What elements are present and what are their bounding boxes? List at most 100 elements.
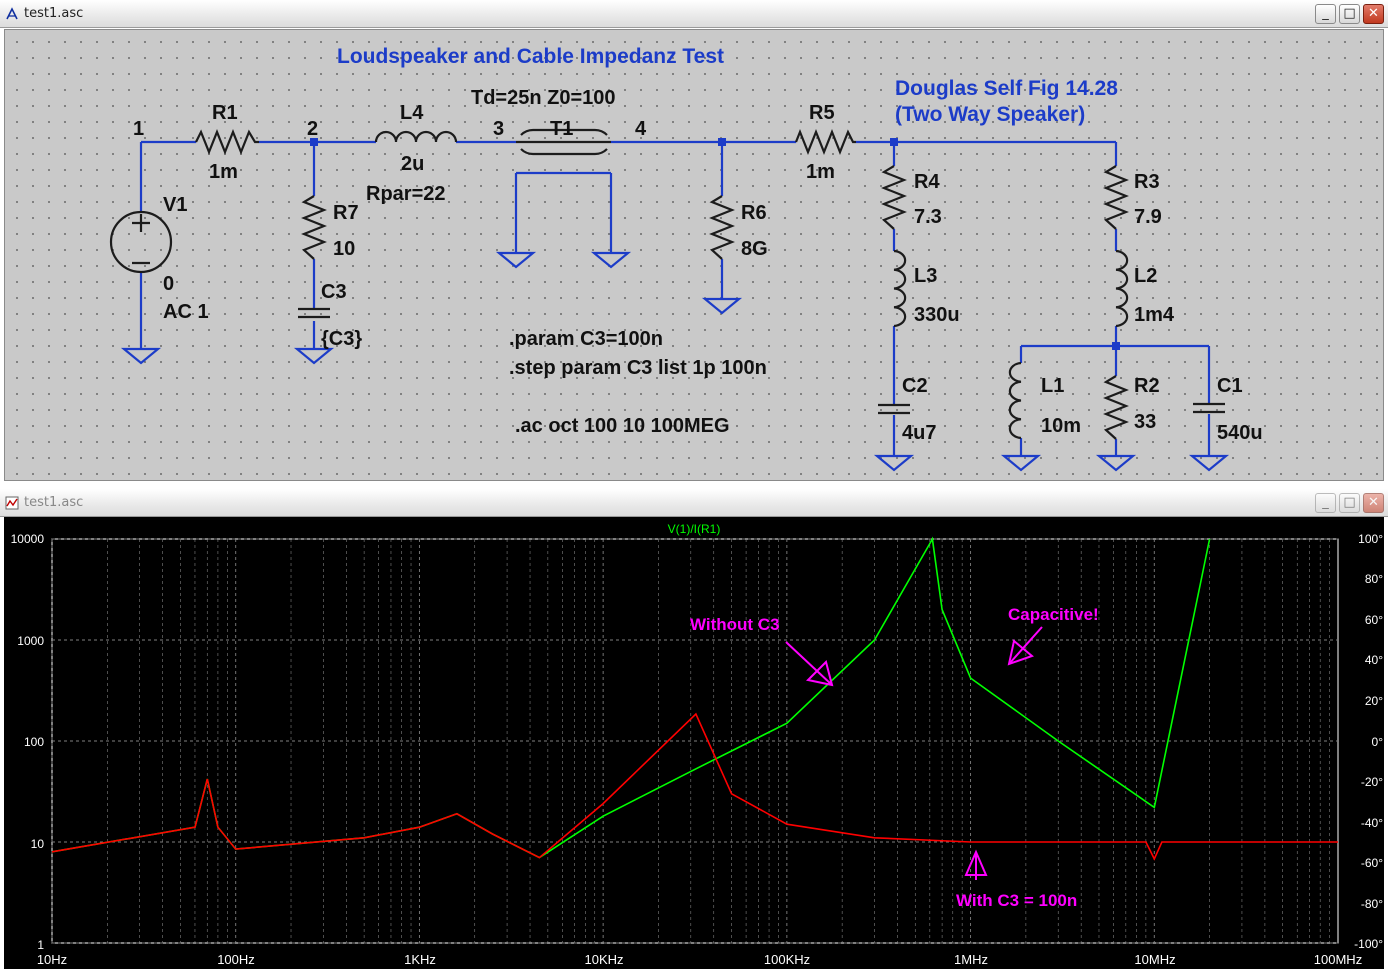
phase-tick-m20: -20°: [1361, 775, 1383, 789]
arrow-with-c3: [964, 849, 988, 880]
phase-tick-80: 80°: [1365, 572, 1383, 586]
schematic-canvas[interactable]: Loudspeaker and Cable Impedanz Test Doug…: [4, 29, 1384, 481]
r4-name: R4: [914, 171, 940, 193]
r6-name: R6: [741, 202, 767, 224]
c2-name: C2: [902, 375, 928, 397]
l2-value: 1m4: [1134, 304, 1175, 326]
r3-name: R3: [1134, 171, 1160, 193]
x-tick-10mhz: 10MHz: [1134, 952, 1175, 967]
y-tick-1000: 1000: [17, 634, 44, 648]
l1-value: 10m: [1041, 415, 1081, 437]
r5-name: R5: [809, 102, 835, 124]
r2-value: 33: [1134, 411, 1156, 433]
plot-minimize-button[interactable]: _: [1315, 493, 1336, 513]
c2-value: 4u7: [902, 422, 936, 444]
phase-tick-m80: -80°: [1361, 897, 1383, 911]
t1-params: Td=25n Z0=100: [471, 87, 616, 109]
c1-value: 540u: [1217, 422, 1263, 444]
close-button[interactable]: ✕: [1363, 4, 1384, 24]
reference-line-2: (Two Way Speaker): [895, 103, 1085, 126]
plot-window[interactable]: test1.asc _ □ ✕ V(1)/I(R1) 10000 1000 10…: [0, 489, 1388, 971]
trace-title: V(1)/I(R1): [668, 522, 721, 536]
node-4-label: 4: [635, 118, 647, 140]
v1-ac: AC 1: [163, 301, 209, 323]
l4-rpar: Rpar=22: [366, 183, 446, 205]
maximize-button[interactable]: □: [1339, 4, 1360, 24]
r4-symbol: [881, 165, 907, 230]
l4-value: 2u: [401, 153, 424, 175]
waveform-window-icon: [5, 496, 19, 510]
phase-tick-m60: -60°: [1361, 856, 1383, 870]
r5-value: 1m: [806, 161, 835, 183]
c1-name: C1: [1217, 375, 1243, 397]
x-tick-100hz: 100Hz: [217, 952, 255, 967]
x-tick-100khz: 100KHz: [764, 952, 810, 967]
l3-value: 330u: [914, 304, 960, 326]
minimize-button[interactable]: _: [1315, 4, 1336, 24]
plot-canvas[interactable]: V(1)/I(R1) 10000 1000 100 10 1 100° 80° …: [4, 517, 1384, 969]
schematic-window[interactable]: test1.asc _ □ ✕ Loudspeaker and Cable Im…: [0, 0, 1388, 486]
v1-value: 0: [163, 273, 174, 295]
l4-name: L4: [400, 102, 424, 124]
reference-line-1: Douglas Self Fig 14.28: [895, 77, 1118, 100]
node-2-label: 2: [307, 118, 318, 140]
schematic-window-icon: [6, 7, 18, 20]
directive-step: .step param C3 list 1p 100n: [509, 357, 767, 379]
schematic-title: Loudspeaker and Cable Impedanz Test: [337, 45, 724, 68]
node-1-label: 1: [133, 118, 144, 140]
directive-ac: .ac oct 100 10 100MEG: [515, 415, 730, 437]
y-tick-1: 1: [37, 938, 44, 952]
r2-symbol: [1103, 375, 1129, 440]
plot-window-title: test1.asc: [24, 495, 84, 510]
x-tick-1khz: 1KHz: [404, 952, 436, 967]
annotation-with-c3: With C3 = 100n: [956, 891, 1077, 910]
x-tick-100mhz: 100MHz: [1314, 952, 1362, 967]
series-line-without-c3: [51, 536, 1211, 859]
phase-tick-20: 20°: [1365, 694, 1383, 708]
r7-value: 10: [333, 238, 355, 260]
series-line-with-c3: [51, 712, 1338, 861]
y-tick-100: 100: [24, 735, 44, 749]
phase-tick-100: 100°: [1358, 532, 1383, 546]
y-tick-10: 10: [31, 837, 45, 851]
r1-value: 1m: [209, 161, 238, 183]
schematic-window-title: test1.asc: [24, 6, 84, 21]
arrow-without-c3: [785, 641, 834, 687]
r1-name: R1: [212, 102, 238, 124]
impedance-plot: V(1)/I(R1) 10000 1000 100 10 1 100° 80° …: [11, 522, 1384, 967]
r7-symbol: [301, 195, 327, 260]
t1-name: T1: [550, 118, 573, 140]
l2-symbol: [1115, 249, 1129, 328]
c3-value: {C3}: [321, 328, 362, 350]
r4-value: 7.3: [914, 206, 942, 228]
v1-name: V1: [163, 194, 187, 216]
l3-name: L3: [914, 265, 937, 287]
annotation-capacitive: Capacitive!: [1008, 605, 1099, 624]
r3-symbol: [1103, 165, 1129, 230]
r2-name: R2: [1134, 375, 1160, 397]
node-3-label: 3: [493, 118, 504, 140]
schematic-drawing: Loudspeaker and Cable Impedanz Test Doug…: [109, 45, 1263, 472]
r5-symbol: [794, 129, 856, 155]
x-tick-10khz: 10KHz: [584, 952, 623, 967]
phase-tick-60: 60°: [1365, 613, 1383, 627]
phase-tick-m40: -40°: [1361, 816, 1383, 830]
l2-name: L2: [1134, 265, 1157, 287]
phase-tick-40: 40°: [1365, 653, 1383, 667]
r3-value: 7.9: [1134, 206, 1162, 228]
l1-symbol: [1008, 361, 1022, 440]
r6-symbol: [709, 195, 735, 260]
l4-symbol: [374, 130, 458, 143]
x-tick-1mhz: 1MHz: [954, 952, 988, 967]
l3-symbol: [893, 249, 907, 328]
r7-name: R7: [333, 202, 359, 224]
c3-name: C3: [321, 281, 347, 303]
r1-symbol: [195, 129, 259, 155]
plot-close-button[interactable]: ✕: [1363, 493, 1384, 513]
plot-title-bar[interactable]: test1.asc _ □ ✕: [0, 489, 1388, 517]
schematic-title-bar[interactable]: test1.asc _ □ ✕: [0, 0, 1388, 28]
arrow-capacitive: [1007, 626, 1043, 666]
phase-tick-m100: -100°: [1354, 937, 1383, 951]
l1-name: L1: [1041, 375, 1064, 397]
plot-maximize-button[interactable]: □: [1339, 493, 1360, 513]
